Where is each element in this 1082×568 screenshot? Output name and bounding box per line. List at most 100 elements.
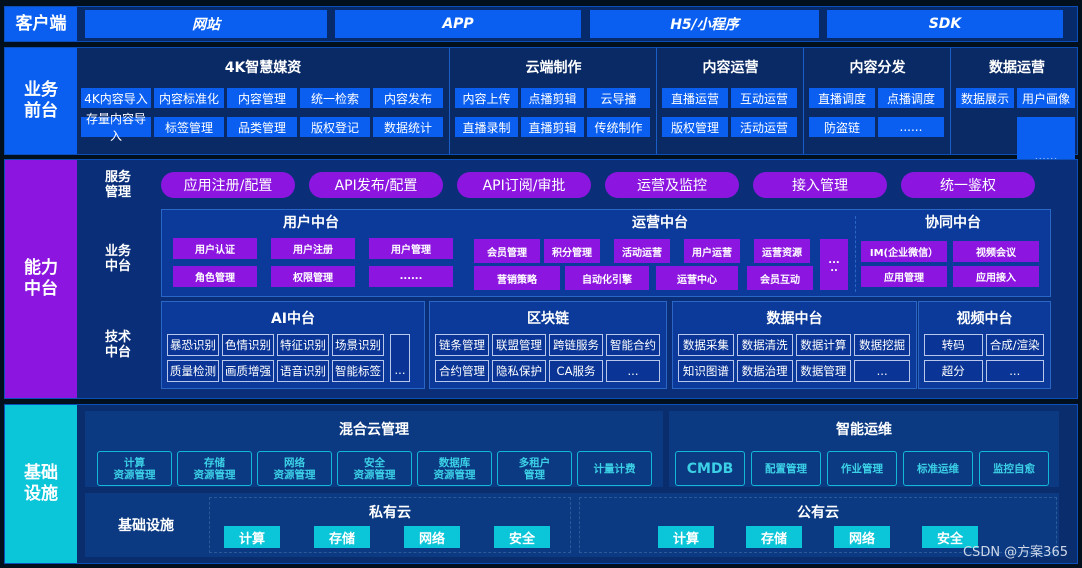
ops-platform-item[interactable]: 运营中心	[656, 266, 738, 290]
ops-platform-item[interactable]: 会员互动	[747, 266, 813, 290]
data-platform-item[interactable]: 数据计算	[795, 334, 852, 356]
chain-platform-item[interactable]: 隐私保护	[492, 360, 546, 382]
public-cloud-item[interactable]: 计算	[658, 526, 714, 548]
ai-platform-item[interactable]: 场景识别	[332, 334, 384, 356]
chain-platform-item[interactable]: ...	[606, 360, 660, 382]
ops-platform-item[interactable]: 用户运营	[684, 239, 740, 263]
frontend-item[interactable]: 内容发布	[373, 88, 443, 108]
frontend-item[interactable]: 活动运营	[731, 117, 797, 137]
frontend-item[interactable]: 标签管理	[154, 117, 224, 137]
client-h5[interactable]: H5/小程序	[590, 10, 819, 38]
video-platform-item[interactable]: 转码	[924, 334, 983, 356]
ai-platform-more[interactable]: ...	[390, 334, 410, 382]
data-platform-item[interactable]: 知识图谱	[678, 360, 734, 382]
aiops-item[interactable]: 标准运维	[903, 451, 973, 486]
user-platform-item[interactable]: 角色管理	[173, 266, 257, 287]
frontend-item[interactable]: 内容标准化	[154, 88, 224, 108]
frontend-item[interactable]: 内容上传	[455, 88, 518, 108]
video-platform-item[interactable]: 合成/渲染	[985, 334, 1044, 356]
collab-platform-item[interactable]: 应用接入	[953, 266, 1039, 287]
user-platform-item[interactable]: 用户认证	[173, 238, 257, 259]
public-cloud-item[interactable]: 存储	[746, 526, 802, 548]
frontend-item[interactable]: 数据统计	[373, 117, 443, 137]
frontend-item[interactable]: 版权管理	[662, 117, 728, 137]
service-item[interactable]: 应用注册/配置	[161, 172, 295, 198]
data-platform-item[interactable]: 数据治理	[736, 360, 793, 382]
frontend-item[interactable]: 点播调度	[878, 88, 944, 108]
data-platform-item[interactable]: ...	[854, 360, 910, 382]
hybrid-cloud-item[interactable]: 数据库 资源管理	[417, 451, 492, 486]
chain-platform-item[interactable]: 联盟管理	[492, 334, 546, 356]
video-platform-item[interactable]: ...	[985, 360, 1044, 382]
ops-platform-more[interactable]: ... ..	[820, 239, 848, 290]
private-cloud-item[interactable]: 存储	[314, 526, 370, 548]
hybrid-cloud-item[interactable]: 计量计费	[577, 451, 652, 486]
data-platform-item[interactable]: 数据挖掘	[854, 334, 910, 356]
frontend-item[interactable]: 互动运营	[731, 88, 797, 108]
frontend-item[interactable]: 云导播	[587, 88, 650, 108]
ai-platform-item[interactable]: 特征识别	[277, 334, 329, 356]
user-platform-item[interactable]: 用户管理	[369, 238, 453, 259]
frontend-item[interactable]: 存量内容导入	[81, 112, 151, 143]
service-item[interactable]: API发布/配置	[309, 172, 443, 198]
chain-platform-item[interactable]: 链条管理	[435, 334, 489, 356]
user-platform-item[interactable]: 用户注册	[271, 238, 355, 259]
chain-platform-item[interactable]: 跨链服务	[549, 334, 603, 356]
frontend-item[interactable]: 数据展示	[956, 88, 1014, 108]
frontend-item[interactable]: 直播调度	[809, 88, 875, 108]
aiops-item[interactable]: 监控自愈	[979, 451, 1049, 486]
ai-platform-item[interactable]: 质量检测	[167, 360, 219, 382]
frontend-item[interactable]: 统一检索	[300, 88, 370, 108]
client-sdk[interactable]: SDK	[827, 10, 1063, 38]
user-platform-item[interactable]: ......	[369, 266, 453, 287]
ops-platform-item[interactable]: 自动化引擎	[565, 266, 649, 290]
frontend-item[interactable]: 直播录制	[455, 117, 518, 137]
hybrid-cloud-item[interactable]: 计算 资源管理	[97, 451, 172, 486]
hybrid-cloud-item[interactable]: 多租户 管理	[497, 451, 572, 486]
hybrid-cloud-item[interactable]: 存储 资源管理	[177, 451, 252, 486]
aiops-item[interactable]: 配置管理	[751, 451, 821, 486]
ai-platform-item[interactable]: 色情识别	[222, 334, 274, 356]
service-item[interactable]: 统一鉴权	[901, 172, 1035, 198]
ops-platform-item[interactable]: 积分管理	[544, 239, 600, 263]
private-cloud-item[interactable]: 计算	[224, 526, 280, 548]
frontend-item[interactable]: 版权登记	[300, 117, 370, 137]
chain-platform-item[interactable]: 合约管理	[435, 360, 489, 382]
data-platform-item[interactable]: 数据管理	[795, 360, 852, 382]
chain-platform-item[interactable]: 智能合约	[606, 334, 660, 356]
ai-platform-item[interactable]: 智能标签	[332, 360, 384, 382]
ops-platform-item[interactable]: 会员管理	[474, 239, 540, 263]
chain-platform-item[interactable]: CA服务	[549, 360, 603, 382]
frontend-item[interactable]: ......	[878, 117, 944, 137]
frontend-item[interactable]: 4K内容导入	[81, 88, 151, 108]
public-cloud-item[interactable]: 网络	[834, 526, 890, 548]
aiops-item[interactable]: CMDB	[675, 451, 745, 486]
private-cloud-item[interactable]: 安全	[494, 526, 550, 548]
frontend-item[interactable]: 传统制作	[587, 117, 650, 137]
collab-platform-item[interactable]: 应用管理	[861, 266, 947, 287]
client-website[interactable]: 网站	[85, 10, 327, 38]
video-platform-item[interactable]: 超分	[924, 360, 983, 382]
frontend-item[interactable]: 直播剪辑	[521, 117, 584, 137]
frontend-item[interactable]: 用户画像	[1017, 88, 1075, 108]
ai-platform-item[interactable]: 画质增强	[222, 360, 274, 382]
user-platform-item[interactable]: 权限管理	[271, 266, 355, 287]
ops-platform-item[interactable]: 活动运营	[614, 239, 670, 263]
frontend-item[interactable]: 内容管理	[227, 88, 297, 108]
ai-platform-item[interactable]: 暴恐识别	[167, 334, 219, 356]
client-app[interactable]: APP	[335, 10, 581, 38]
data-platform-item[interactable]: 数据清洗	[736, 334, 793, 356]
ai-platform-item[interactable]: 语音识别	[277, 360, 329, 382]
collab-platform-item[interactable]: 视频会议	[953, 241, 1039, 262]
ops-platform-item[interactable]: 运营资源	[754, 239, 810, 263]
frontend-item[interactable]: 防盗链	[809, 117, 875, 137]
frontend-item[interactable]: 点播剪辑	[521, 88, 584, 108]
service-item[interactable]: 接入管理	[753, 172, 887, 198]
data-platform-item[interactable]: 数据采集	[678, 334, 734, 356]
hybrid-cloud-item[interactable]: 网络 资源管理	[257, 451, 332, 486]
aiops-item[interactable]: 作业管理	[827, 451, 897, 486]
private-cloud-item[interactable]: 网络	[404, 526, 460, 548]
hybrid-cloud-item[interactable]: 安全 资源管理	[337, 451, 412, 486]
frontend-item[interactable]: 品类管理	[227, 117, 297, 137]
service-item[interactable]: 运营及监控	[605, 172, 739, 198]
